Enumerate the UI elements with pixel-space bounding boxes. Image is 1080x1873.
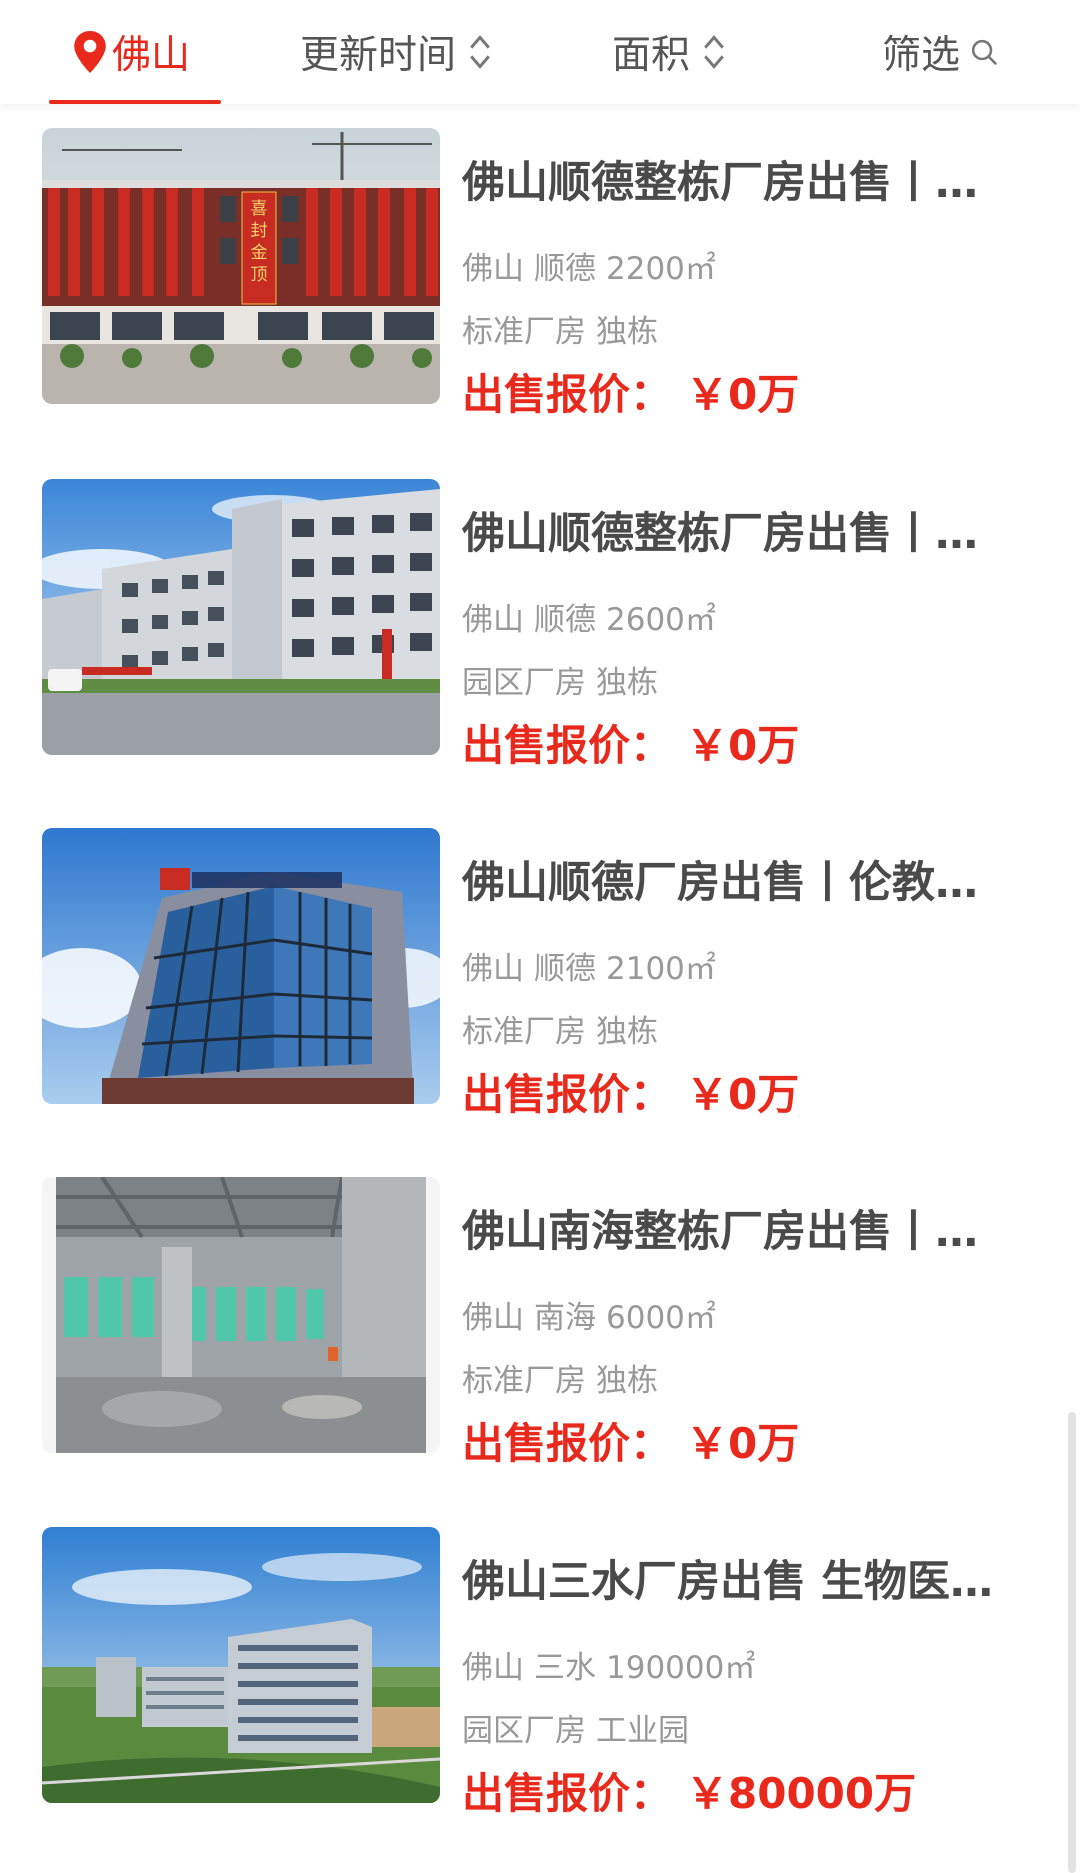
- listing-district: 顺德: [534, 602, 596, 638]
- price-value: ￥0万: [686, 1070, 800, 1119]
- factory-photo-banners: 喜封金顶: [42, 128, 440, 404]
- listing-location: 佛山 三水 190000㎡: [462, 1648, 755, 1688]
- listing-city: 佛山: [462, 951, 524, 987]
- factory-photo-industrial-park: [42, 1527, 440, 1803]
- listing-title[interactable]: 佛山顺德厂房出售丨伦教…: [462, 856, 1014, 910]
- listing-area: 190000㎡: [606, 1650, 756, 1686]
- price-label: 出售报价：: [462, 1419, 673, 1468]
- listing-city: 佛山: [462, 1300, 524, 1336]
- price-value: ￥80000万: [686, 1769, 917, 1818]
- sort-arrows-icon: [470, 35, 490, 69]
- listing-title[interactable]: 佛山三水厂房出售 生物医…: [462, 1555, 1014, 1609]
- listing-building: 独栋: [596, 1363, 658, 1399]
- factory-photo-park: [42, 479, 440, 755]
- listing-card[interactable]: 佛山顺德厂房出售丨伦教… 佛山 顺德 2100㎡ 标准厂房 独栋 出售报价： ￥0万: [0, 828, 1080, 1128]
- price-label: 出售报价：: [462, 1070, 673, 1119]
- listing-title[interactable]: 佛山顺德整栋厂房出售丨…: [462, 156, 1014, 210]
- listing-building: 独栋: [596, 1014, 658, 1050]
- sort-arrows-icon: [704, 35, 724, 69]
- price-label: 出售报价：: [462, 1769, 673, 1818]
- price-value: ￥0万: [686, 721, 800, 770]
- listing-city: 佛山: [462, 251, 524, 287]
- listing-area: 2600㎡: [606, 602, 716, 638]
- listing-tags: 标准厂房 独栋: [462, 1012, 658, 1052]
- active-tab-indicator: [49, 100, 221, 104]
- listing-photo: [42, 479, 440, 755]
- listing-tags: 园区厂房 工业园: [462, 1711, 689, 1751]
- tab-filter[interactable]: 筛选: [882, 0, 998, 104]
- listing-card[interactable]: 喜封金顶 佛山顺德整栋厂房出售丨… 佛山 顺德 2200㎡ 标准厂房 独栋 出售…: [0, 128, 1080, 428]
- location-pin-icon: [74, 31, 106, 73]
- sort-time-label: 更新时间: [300, 33, 457, 78]
- search-icon: [971, 39, 997, 65]
- listing-title[interactable]: 佛山顺德整栋厂房出售丨…: [462, 507, 1014, 561]
- listing-district: 南海: [534, 1300, 596, 1336]
- listing-card[interactable]: 佛山顺德整栋厂房出售丨… 佛山 顺德 2600㎡ 园区厂房 独栋 出售报价： ￥0万: [0, 479, 1080, 779]
- listing-price: 出售报价： ￥0万: [462, 1069, 799, 1121]
- listing-photo: [42, 828, 440, 1104]
- listing-card[interactable]: 佛山三水厂房出售 生物医… 佛山 三水 190000㎡ 园区厂房 工业园 出售报价： ￥…: [0, 1527, 1080, 1827]
- listing-location: 佛山 顺德 2200㎡: [462, 249, 716, 289]
- listing-district: 三水: [534, 1650, 596, 1686]
- listing-area: 2200㎡: [606, 251, 716, 287]
- city-label: 佛山: [112, 33, 191, 78]
- listing-type: 标准厂房: [462, 1363, 586, 1399]
- listing-type: 园区厂房: [462, 665, 586, 701]
- listing-price: 出售报价： ￥80000万: [462, 1768, 916, 1820]
- listing-location: 佛山 顺德 2100㎡: [462, 949, 716, 989]
- listing-type: 标准厂房: [462, 1014, 586, 1050]
- listing-tags: 标准厂房 独栋: [462, 312, 658, 352]
- listing-area: 2100㎡: [606, 951, 716, 987]
- filter-label: 筛选: [882, 33, 961, 78]
- listing-building: 独栋: [596, 665, 658, 701]
- factory-photo-interior: [42, 1177, 440, 1453]
- tab-city[interactable]: 佛山: [72, 0, 190, 104]
- listing-district: 顺德: [534, 251, 596, 287]
- listing-photo: [42, 1177, 440, 1453]
- listing-type: 园区厂房: [462, 1713, 586, 1749]
- listing-photo: 喜封金顶: [42, 128, 440, 404]
- listing-location: 佛山 南海 6000㎡: [462, 1298, 716, 1338]
- listing-price: 出售报价： ￥0万: [462, 369, 799, 421]
- listing-location: 佛山 顺德 2600㎡: [462, 600, 716, 640]
- scrollbar[interactable]: [1068, 1412, 1076, 1873]
- listing-card[interactable]: 佛山南海整栋厂房出售丨… 佛山 南海 6000㎡ 标准厂房 独栋 出售报价： ￥0万: [0, 1177, 1080, 1477]
- listing-type: 标准厂房: [462, 314, 586, 350]
- sort-area-label: 面积: [612, 33, 691, 78]
- listing-building: 工业园: [596, 1713, 689, 1749]
- price-label: 出售报价：: [462, 370, 673, 419]
- listing-tags: 园区厂房 独栋: [462, 663, 658, 703]
- tab-sort-update-time[interactable]: 更新时间: [300, 0, 492, 104]
- listing-price: 出售报价： ￥0万: [462, 720, 799, 772]
- price-value: ￥0万: [686, 1419, 800, 1468]
- filter-bar: 佛山 更新时间 面积 筛选: [0, 0, 1080, 104]
- listing-photo: [42, 1527, 440, 1803]
- price-value: ￥0万: [686, 370, 800, 419]
- listing-price: 出售报价： ￥0万: [462, 1418, 799, 1470]
- listing-district: 顺德: [534, 951, 596, 987]
- price-label: 出售报价：: [462, 721, 673, 770]
- tab-sort-area[interactable]: 面积: [612, 0, 726, 104]
- listing-area: 6000㎡: [606, 1300, 716, 1336]
- listing-building: 独栋: [596, 314, 658, 350]
- factory-photo-glass-building: [42, 828, 440, 1104]
- listing-city: 佛山: [462, 602, 524, 638]
- listing-city: 佛山: [462, 1650, 524, 1686]
- listing-tags: 标准厂房 独栋: [462, 1361, 658, 1401]
- listing-title[interactable]: 佛山南海整栋厂房出售丨…: [462, 1205, 1014, 1259]
- listing-page: 佛山 更新时间 面积 筛选 喜封金顶 佛山顺德整栋厂房出售丨… 佛山 顺德 22…: [0, 0, 1080, 1873]
